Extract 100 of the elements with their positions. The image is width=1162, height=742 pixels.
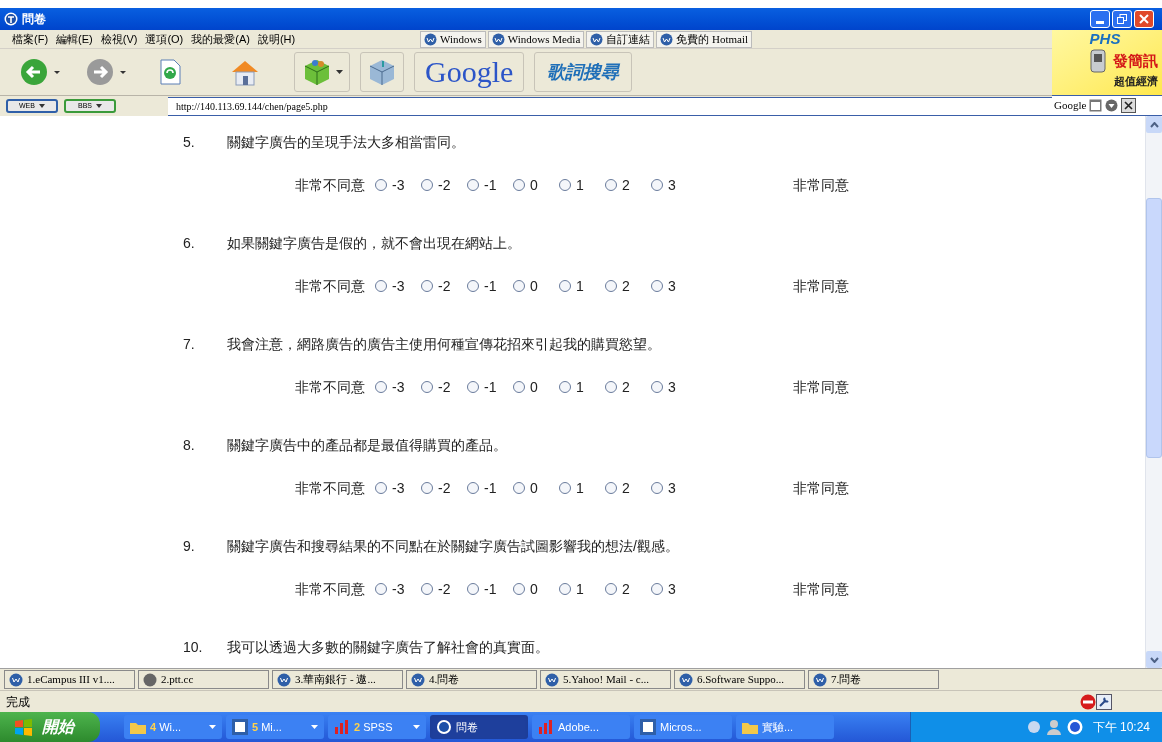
ad-banner[interactable]: PHS 發簡訊 超值經濟 [1052, 30, 1162, 95]
radio-button[interactable] [559, 482, 571, 494]
scale-label: 非常同意 [793, 579, 849, 599]
radio-button[interactable] [651, 583, 663, 595]
radio-button[interactable] [651, 381, 663, 393]
radio-button[interactable] [651, 482, 663, 494]
radio-button[interactable] [375, 179, 387, 191]
option-label: -3 [392, 377, 405, 397]
browser-tab[interactable]: 3.華南銀行 - 遨... [272, 670, 403, 689]
dropdown-icon[interactable] [1105, 99, 1119, 112]
option-label: 3 [668, 377, 676, 397]
radio-button[interactable] [421, 280, 433, 292]
question-number: 5. [182, 132, 196, 152]
minimize-button[interactable] [1090, 10, 1110, 28]
radio-button[interactable] [559, 179, 571, 191]
google-search-button[interactable]: Google [414, 52, 525, 92]
radio-button[interactable] [513, 381, 525, 393]
taskbar-button[interactable]: 2 SPSS [328, 715, 426, 739]
link-button[interactable]: Windows [420, 30, 486, 48]
radio-button[interactable] [467, 381, 479, 393]
taskbar-button[interactable]: 4 Wi... [124, 715, 222, 739]
radio-button[interactable] [467, 583, 479, 595]
radio-button[interactable] [651, 280, 663, 292]
browser-tab[interactable]: 4.問卷 [406, 670, 537, 689]
option-label: -3 [392, 478, 405, 498]
radio-button[interactable] [375, 280, 387, 292]
link-button[interactable]: Windows Media [487, 30, 585, 48]
taskbar-button[interactable]: 問卷 [430, 715, 528, 739]
option-label: -3 [392, 579, 405, 599]
link-button[interactable]: 免費的 Hotmail [656, 30, 753, 48]
scale-label: 非常不同意 [295, 377, 366, 397]
radio-button[interactable] [375, 583, 387, 595]
browser-tab[interactable]: 5.Yahoo! Mail - c... [540, 670, 671, 689]
kk-button[interactable] [294, 52, 350, 92]
radio-button[interactable] [559, 381, 571, 393]
browser-tab[interactable]: 7.問卷 [808, 670, 939, 689]
radio-button[interactable] [559, 280, 571, 292]
radio-button[interactable] [605, 583, 617, 595]
restore-button[interactable] [1112, 10, 1132, 28]
browser-tab[interactable]: 1.eCampus III v1.... [4, 670, 135, 689]
radio-button[interactable] [421, 583, 433, 595]
scrollbar[interactable] [1145, 116, 1162, 668]
radio-button[interactable] [513, 482, 525, 494]
caret-icon [38, 104, 45, 108]
radio-button[interactable] [651, 179, 663, 191]
folder-icon [130, 720, 146, 734]
app-icon [436, 719, 452, 735]
taskbar-button[interactable]: Micros... [634, 715, 732, 739]
menu-item[interactable]: 我的最愛(A) [191, 30, 250, 48]
radio-button[interactable] [605, 280, 617, 292]
radio-button[interactable] [467, 280, 479, 292]
taskbar-button[interactable]: Adobe... [532, 715, 630, 739]
windows-logo-icon [14, 718, 34, 736]
new-window-icon[interactable] [1089, 99, 1103, 112]
back-button[interactable] [20, 57, 62, 87]
menu-item[interactable]: 檔案(F) [12, 30, 49, 48]
forward-button[interactable] [86, 57, 128, 87]
option-label: -3 [392, 276, 405, 296]
radio-button[interactable] [559, 583, 571, 595]
menu-item[interactable]: 選項(O) [145, 30, 184, 48]
document-icon [640, 719, 656, 735]
option-label: -1 [484, 579, 497, 599]
chart-icon [538, 719, 554, 735]
address-bar[interactable]: http://140.113.69.144/chen/page5.php [168, 96, 1052, 116]
radio-button[interactable] [421, 482, 433, 494]
user-icon [1046, 719, 1061, 735]
option-label: 0 [530, 478, 538, 498]
option-label: 3 [668, 579, 676, 599]
ad-headline: 發簡訊 [1113, 52, 1158, 70]
question-number: 10. [182, 637, 204, 657]
taskbar-button[interactable]: 5 Mi... [226, 715, 324, 739]
radio-button[interactable] [421, 381, 433, 393]
radio-button[interactable] [467, 482, 479, 494]
radio-button[interactable] [605, 482, 617, 494]
close-button[interactable] [1134, 10, 1154, 28]
radio-button[interactable] [375, 482, 387, 494]
radio-button[interactable] [375, 381, 387, 393]
refresh-button[interactable] [158, 59, 182, 85]
close-icon[interactable] [1121, 98, 1137, 113]
radio-button[interactable] [605, 381, 617, 393]
kk-music-button[interactable] [360, 52, 404, 92]
radio-button[interactable] [513, 583, 525, 595]
radio-button[interactable] [605, 179, 617, 191]
app-icon [4, 12, 18, 26]
taskbar-button[interactable]: 實驗... [736, 715, 834, 739]
radio-button[interactable] [467, 179, 479, 191]
restore-icon [1117, 14, 1127, 24]
option-label: 1 [576, 175, 584, 195]
radio-button[interactable] [421, 179, 433, 191]
menu-item[interactable]: 說明(H) [257, 30, 296, 48]
radio-button[interactable] [513, 179, 525, 191]
lyrics-search-button[interactable]: 歌詞搜尋 [534, 52, 633, 92]
browser-tab[interactable]: 6.Software Suppo... [674, 670, 805, 689]
radio-button[interactable] [513, 280, 525, 292]
menu-item[interactable]: 檢視(V) [100, 30, 138, 48]
option-label: -2 [438, 276, 451, 296]
browser-tab[interactable]: 2.ptt.cc [138, 670, 269, 689]
link-button[interactable]: 自訂連結 [586, 30, 655, 48]
scrollbar-thumb[interactable] [1146, 198, 1162, 458]
menu-item[interactable]: 編輯(E) [56, 30, 93, 48]
